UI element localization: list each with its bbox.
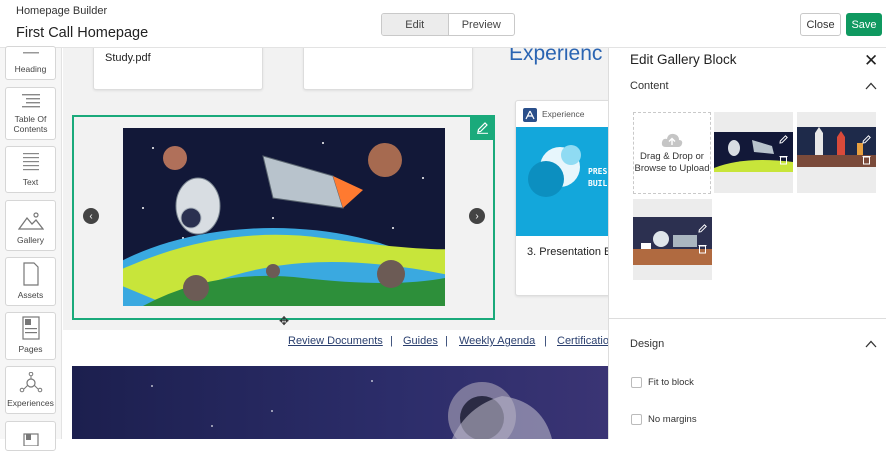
thumbnail-actions xyxy=(695,221,709,255)
hero-heading: Experienc xyxy=(509,48,603,65)
trash-icon[interactable] xyxy=(776,152,790,166)
save-button[interactable]: Save xyxy=(846,13,882,36)
edit-block-button[interactable] xyxy=(470,115,495,140)
pdf-card[interactable]: Study.pdf xyxy=(93,48,263,90)
pencil-icon[interactable] xyxy=(695,221,709,235)
pdf-card-title: Study.pdf xyxy=(105,52,151,64)
experience-card[interactable]: Experience PRES BUIL 3. Presentation B xyxy=(515,100,608,296)
close-button[interactable]: Close xyxy=(800,13,841,36)
pencil-icon[interactable] xyxy=(859,132,873,146)
document-icon xyxy=(22,262,39,286)
page-title: First Call Homepage xyxy=(16,25,149,41)
app-name: Homepage Builder xyxy=(16,5,108,17)
tool-more[interactable] xyxy=(5,421,56,451)
tool-label: Gallery xyxy=(17,235,44,245)
astronaut-banner-illustration xyxy=(72,366,608,439)
gallery-thumbnail[interactable] xyxy=(714,112,793,193)
tool-label: Heading xyxy=(14,64,47,74)
panel-title: Edit Gallery Block xyxy=(630,52,737,67)
gallery-block[interactable]: ‹ › xyxy=(72,115,495,320)
blank-card[interactable] xyxy=(303,48,473,90)
close-icon[interactable]: ✕ xyxy=(864,51,878,71)
gallery-next-button[interactable]: › xyxy=(469,208,485,224)
pencil-icon xyxy=(477,122,488,134)
upload-dropzone[interactable]: Drag & Drop or Browse to Upload xyxy=(633,112,711,194)
move-handle-icon[interactable]: ✥ xyxy=(277,314,291,328)
tool-label: Assets xyxy=(17,290,44,300)
image-icon xyxy=(17,212,44,230)
edit-gallery-panel: Edit Gallery Block ✕ Content Drag & Drop… xyxy=(608,48,886,439)
fit-to-block-label: Fit to block xyxy=(648,377,694,388)
top-bar: Homepage Builder First Call Homepage Edi… xyxy=(0,0,886,48)
tool-text[interactable]: Text xyxy=(5,146,56,193)
gallery-thumbnail[interactable] xyxy=(633,199,712,280)
heading-icon xyxy=(22,52,39,54)
tool-pages[interactable]: Pages xyxy=(5,312,56,360)
experience-logo-icon xyxy=(523,108,537,122)
no-margins-label: No margins xyxy=(648,414,697,425)
mode-toggle: Edit Preview xyxy=(381,13,515,36)
tool-assets[interactable]: Assets xyxy=(5,257,56,306)
page-canvas: Study.pdf Experienc Experience PRES BUIL… xyxy=(63,48,608,439)
tool-gallery[interactable]: Gallery xyxy=(5,200,56,251)
banner-text-2: BUIL xyxy=(588,179,608,188)
tool-label: Text xyxy=(22,177,39,187)
link-review-documents[interactable]: Review Documents xyxy=(288,335,383,347)
thumbnail-actions xyxy=(776,132,790,166)
link-separator: | xyxy=(544,335,547,347)
tool-heading[interactable]: Heading xyxy=(5,46,56,80)
banner-text-1: PRES xyxy=(588,167,608,176)
section-divider xyxy=(609,318,886,319)
fit-to-block-checkbox[interactable] xyxy=(631,377,642,388)
astronaut-rocket-illustration xyxy=(123,128,445,306)
text-lines-icon xyxy=(22,153,39,171)
pencil-icon[interactable] xyxy=(776,132,790,146)
link-separator: | xyxy=(390,335,393,347)
thumbnail-actions xyxy=(859,132,873,166)
experience-label: Experience xyxy=(542,109,585,119)
gallery-thumbnail[interactable] xyxy=(797,112,876,193)
quick-links-bar: Review Documents | Guides | Weekly Agend… xyxy=(63,330,608,363)
link-guides[interactable]: Guides xyxy=(403,335,438,347)
link-certification[interactable]: Certificatio xyxy=(557,335,608,347)
tab-preview[interactable]: Preview xyxy=(449,14,515,35)
trash-icon[interactable] xyxy=(695,241,709,255)
tool-table-of-contents[interactable]: Table Of Contents xyxy=(5,87,56,140)
link-weekly-agenda[interactable]: Weekly Agenda xyxy=(459,335,535,347)
tab-edit[interactable]: Edit xyxy=(382,14,449,35)
page-layout-icon xyxy=(21,316,40,340)
tool-label: Table Of Contents xyxy=(13,114,48,134)
tool-label: Pages xyxy=(18,344,43,354)
tool-label: Experiences xyxy=(7,398,54,408)
list-icon xyxy=(21,94,40,108)
experience-title: 3. Presentation B xyxy=(527,246,608,258)
block-sidebar: Heading Table Of Contents Text Gallery A… xyxy=(0,46,62,451)
gallery-image xyxy=(123,128,445,306)
content-section-title: Content xyxy=(630,80,669,92)
no-margins-checkbox[interactable] xyxy=(631,414,642,425)
space-banner-image xyxy=(72,366,608,439)
book-icon xyxy=(22,433,39,446)
cloud-upload-icon xyxy=(661,133,683,147)
link-separator: | xyxy=(445,335,448,347)
gallery-prev-button[interactable]: ‹ xyxy=(83,208,99,224)
experience-banner: PRES BUIL xyxy=(516,127,608,236)
design-section-title: Design xyxy=(630,338,665,350)
chevron-up-icon[interactable] xyxy=(865,338,877,350)
network-icon xyxy=(19,372,42,393)
chevron-up-icon[interactable] xyxy=(865,80,877,92)
tool-experiences[interactable]: Experiences xyxy=(5,366,56,414)
upload-text: Drag & Drop or Browse to Upload xyxy=(634,150,710,174)
trash-icon[interactable] xyxy=(859,152,873,166)
